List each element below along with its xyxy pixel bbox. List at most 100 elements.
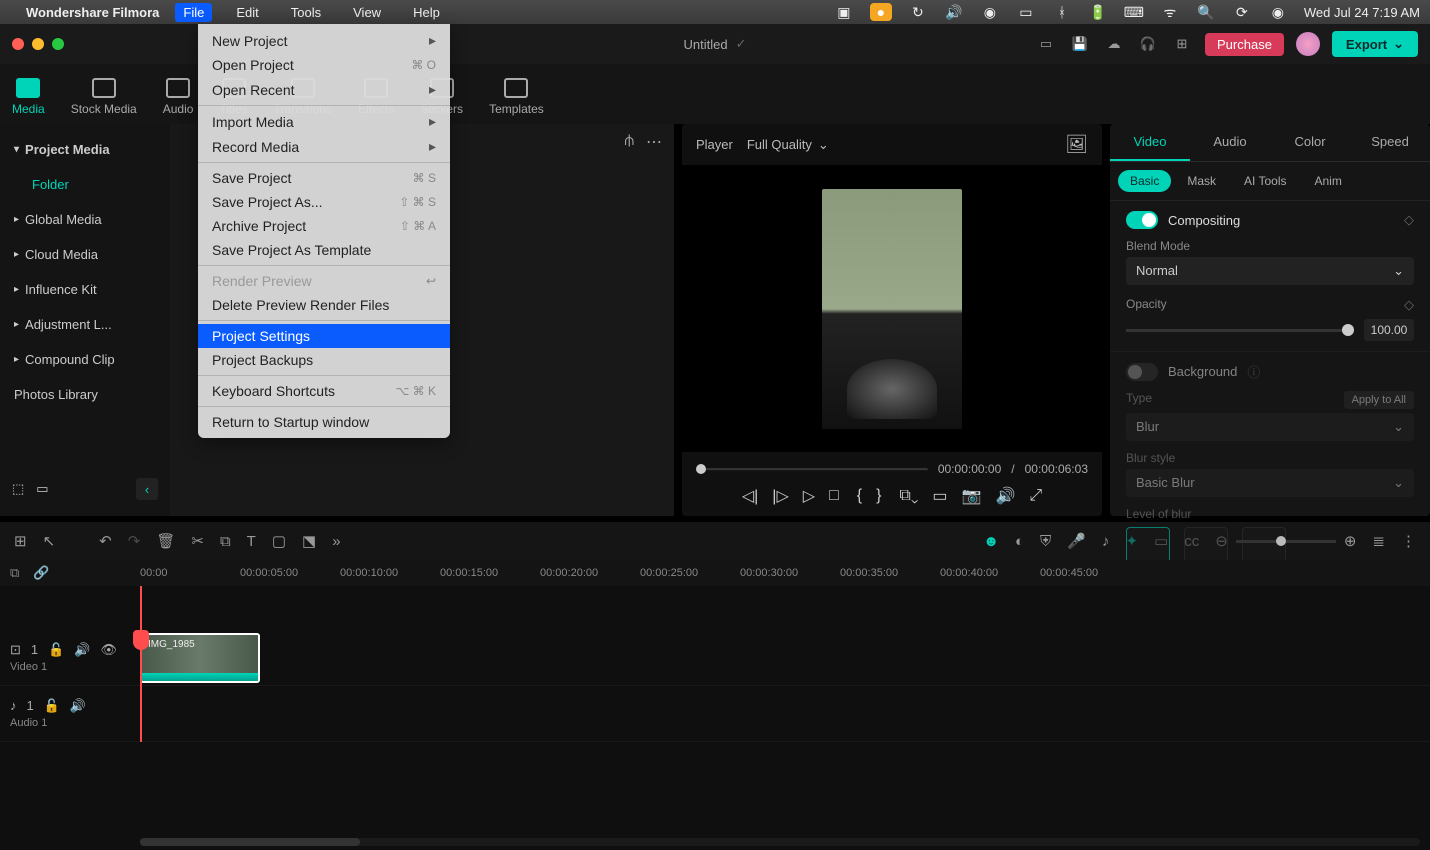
redo-icon[interactable]: ↷: [128, 532, 141, 550]
pointer-tool-icon[interactable]: ↖: [43, 532, 56, 550]
sidebar-item-compound-clip[interactable]: ▸Compound Clip: [0, 342, 170, 377]
file-menu-delete-preview-render-files[interactable]: Delete Preview Render Files: [198, 293, 450, 317]
control-center-icon[interactable]: ⟳: [1232, 4, 1252, 21]
tab-templates[interactable]: Templates: [489, 78, 544, 116]
inspector-tab-audio[interactable]: Audio: [1190, 124, 1270, 161]
video-canvas[interactable]: [682, 165, 1102, 452]
close-window-button[interactable]: [12, 38, 24, 50]
purchase-button[interactable]: Purchase: [1205, 33, 1284, 56]
opacity-value[interactable]: 100.00: [1364, 319, 1414, 341]
screencast-icon[interactable]: ▣: [834, 4, 854, 21]
background-toggle[interactable]: [1126, 363, 1158, 381]
file-menu-open-recent[interactable]: Open Recent▸: [198, 77, 450, 102]
bluetooth-icon[interactable]: ᚼ: [1052, 4, 1072, 20]
grammarly-icon[interactable]: ◉: [980, 4, 1000, 21]
cloud-icon[interactable]: ☁: [1103, 33, 1125, 55]
file-menu-import-media[interactable]: Import Media▸: [198, 109, 450, 134]
file-menu-open-project[interactable]: Open Project⌘ O: [198, 53, 450, 77]
file-menu-keyboard-shortcuts[interactable]: Keyboard Shortcuts⌥ ⌘ K: [198, 379, 450, 403]
inspector-tab-color[interactable]: Color: [1270, 124, 1350, 161]
stop-icon[interactable]: □: [829, 487, 839, 505]
visibility-icon[interactable]: 👁: [101, 642, 118, 658]
fullscreen-icon[interactable]: ⤢: [1029, 487, 1042, 505]
sidebar-item-photos-library[interactable]: Photos Library: [0, 377, 170, 412]
file-menu-project-backups[interactable]: Project Backups: [198, 348, 450, 372]
timeline-clip[interactable]: IMG_1985: [140, 633, 260, 683]
mark-out-icon[interactable]: }: [876, 487, 881, 505]
lock-icon[interactable]: 🔓: [48, 642, 64, 658]
lock-icon[interactable]: 🔓: [44, 698, 60, 714]
timeline-scrollbar[interactable]: [140, 838, 1420, 846]
blur-style-select[interactable]: Basic Blur⌄: [1126, 469, 1414, 497]
menu-edit[interactable]: Edit: [228, 3, 266, 22]
sync-icon[interactable]: ↻: [908, 4, 928, 21]
menu-view[interactable]: View: [345, 3, 389, 22]
mic-icon[interactable]: ●: [870, 3, 892, 21]
magnet-icon[interactable]: ⧉: [10, 565, 19, 581]
keyframe-diamond-icon[interactable]: ◇: [1404, 297, 1414, 313]
playhead[interactable]: [140, 586, 142, 742]
file-menu-save-project-as-[interactable]: Save Project As...⇧ ⌘ S: [198, 190, 450, 214]
display-icon[interactable]: ▭: [1016, 4, 1036, 21]
delete-icon[interactable]: 🗑: [156, 532, 175, 550]
folder-icon[interactable]: ▭: [36, 481, 48, 497]
play-icon[interactable]: |▷: [772, 486, 788, 506]
grid-icon[interactable]: ⊞: [1171, 33, 1193, 55]
quality-dropdown[interactable]: Full Quality⌄: [747, 137, 829, 153]
text-icon[interactable]: T: [247, 533, 256, 550]
more-icon[interactable]: ⋯: [646, 132, 662, 152]
layout-icon[interactable]: ▭: [1035, 33, 1057, 55]
mute-icon[interactable]: 🔊: [70, 698, 86, 714]
display-icon[interactable]: ▭: [932, 486, 947, 506]
undo-icon[interactable]: ↶: [99, 532, 112, 550]
sidebar-item-adjustment-l-[interactable]: ▸Adjustment L...: [0, 307, 170, 342]
file-menu-save-project-as-template[interactable]: Save Project As Template: [198, 238, 450, 262]
ai-tool-icon[interactable]: ☻: [983, 533, 999, 550]
prev-frame-icon[interactable]: ◁|: [742, 486, 758, 506]
volume-icon[interactable]: 🔊: [944, 4, 964, 21]
timeline-ruler[interactable]: ⧉ 🔗 00:0000:00:05:0000:00:10:0000:00:15:…: [0, 560, 1430, 586]
menubar-datetime[interactable]: Wed Jul 24 7:19 AM: [1304, 5, 1420, 20]
battery-icon[interactable]: 🔋: [1088, 4, 1108, 21]
menu-tools[interactable]: Tools: [283, 3, 329, 22]
tag-icon[interactable]: ⬔: [302, 532, 316, 550]
music-tool-icon[interactable]: ♪: [1102, 533, 1110, 550]
cut-icon[interactable]: ✂: [191, 532, 204, 550]
shape-icon[interactable]: ▢: [272, 532, 286, 550]
color-tool-icon[interactable]: ◐: [1015, 533, 1024, 550]
inspector-sub-ai-tools[interactable]: AI Tools: [1232, 170, 1298, 192]
audio-track[interactable]: ♪ 1 🔓 🔊 Audio 1: [0, 686, 1430, 742]
opacity-slider[interactable]: [1126, 329, 1354, 332]
mute-icon[interactable]: 🔊: [74, 642, 90, 658]
compare-icon[interactable]: ⧉⌄: [899, 487, 918, 505]
play-button[interactable]: ▷: [803, 486, 815, 506]
file-menu-new-project[interactable]: New Project▸: [198, 28, 450, 53]
tab-stock-media[interactable]: Stock Media: [71, 78, 137, 116]
bg-type-select[interactable]: Blur⌄: [1126, 413, 1414, 441]
inspector-sub-basic[interactable]: Basic: [1118, 170, 1171, 192]
keyframe-diamond-icon[interactable]: ◇: [1404, 212, 1414, 228]
inspector-tab-video[interactable]: Video: [1110, 124, 1190, 161]
inspector-tab-speed[interactable]: Speed: [1350, 124, 1430, 161]
search-icon[interactable]: 🔍: [1196, 4, 1216, 21]
minimize-window-button[interactable]: [32, 38, 44, 50]
camera-icon[interactable]: 📷: [962, 486, 982, 506]
info-icon[interactable]: ⓘ: [1247, 362, 1260, 381]
tab-media[interactable]: Media: [12, 78, 45, 116]
inspector-sub-mask[interactable]: Mask: [1175, 170, 1228, 192]
crop-icon[interactable]: ⧉: [220, 533, 231, 550]
menu-help[interactable]: Help: [405, 3, 448, 22]
sidebar-item-global-media[interactable]: ▸Global Media: [0, 202, 170, 237]
zoom-slider[interactable]: [1236, 540, 1336, 543]
file-menu-archive-project[interactable]: Archive Project⇧ ⌘ A: [198, 214, 450, 238]
tab-audio[interactable]: Audio: [163, 78, 194, 116]
blend-mode-select[interactable]: Normal⌄: [1126, 257, 1414, 285]
wifi-icon[interactable]: ᯤ: [1160, 3, 1180, 22]
link-icon[interactable]: 🔗: [33, 565, 49, 581]
headphones-icon[interactable]: 🎧: [1137, 33, 1159, 55]
file-menu-save-project[interactable]: Save Project⌘ S: [198, 166, 450, 190]
volume-icon[interactable]: 🔊: [995, 486, 1015, 506]
file-menu-record-media[interactable]: Record Media▸: [198, 134, 450, 159]
new-folder-icon[interactable]: ⬚: [12, 481, 24, 497]
compositing-toggle[interactable]: [1126, 211, 1158, 229]
